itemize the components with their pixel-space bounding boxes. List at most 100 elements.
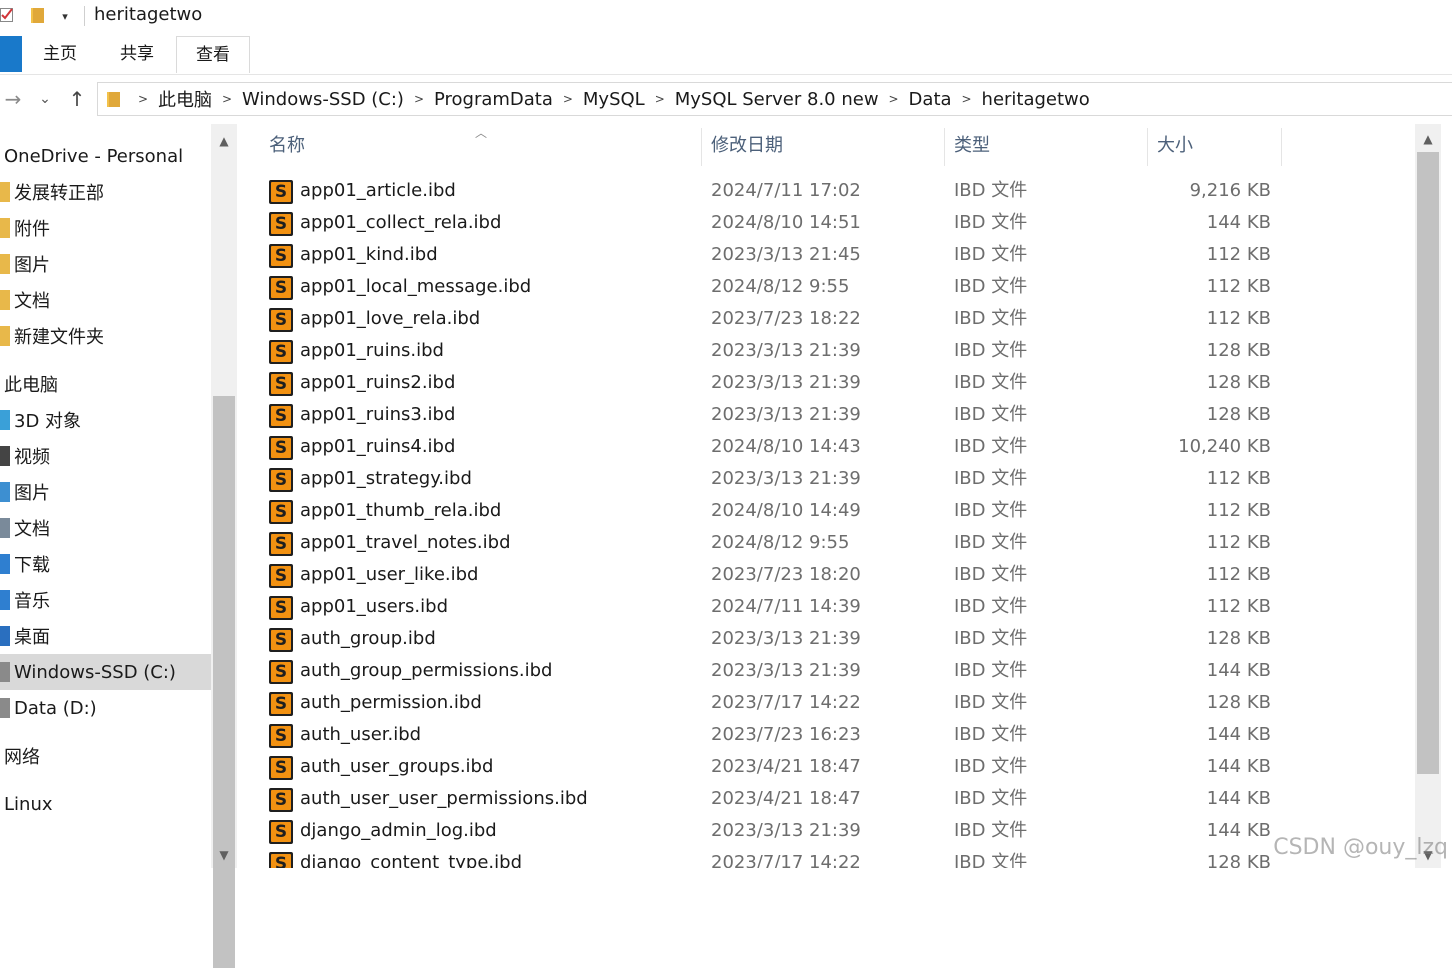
sidebar-item[interactable]: 桌面 bbox=[0, 618, 211, 654]
column-header-date[interactable]: 修改日期 bbox=[701, 124, 944, 168]
breadcrumb-item[interactable]: Data bbox=[905, 89, 956, 110]
sidebar-item[interactable]: 文档 bbox=[0, 282, 211, 318]
breadcrumb-separator-icon[interactable]: > bbox=[956, 92, 978, 106]
sidebar-item[interactable]: 3D 对象 bbox=[0, 402, 211, 438]
breadcrumb-item[interactable]: MySQL bbox=[579, 89, 649, 110]
file-type: IBD 文件 bbox=[954, 852, 1028, 868]
column-header-name[interactable]: 名称 bbox=[259, 124, 701, 168]
file-row[interactable]: Sapp01_travel_notes.ibd 2024/8/12 9:55 IBD… bbox=[237, 527, 1415, 559]
breadcrumb-item[interactable]: MySQL Server 8.0 new bbox=[671, 89, 883, 110]
breadcrumb-separator-icon[interactable]: > bbox=[649, 92, 671, 106]
sidebar-item[interactable]: 此电脑 bbox=[0, 366, 211, 402]
desktop-icon bbox=[0, 626, 10, 646]
file-type: IBD 文件 bbox=[954, 340, 1028, 361]
sidebar-item-label: 文档 bbox=[14, 519, 50, 540]
file-tab[interactable] bbox=[0, 36, 22, 72]
column-header-type[interactable]: 类型 bbox=[944, 124, 1147, 168]
file-type: IBD 文件 bbox=[954, 628, 1028, 649]
sidebar-item[interactable]: 文档 bbox=[0, 510, 211, 546]
tab-share[interactable]: 共享 bbox=[100, 36, 174, 72]
file-row[interactable]: Sapp01_article.ibd 2024/7/11 17:02 IBD 文件 9… bbox=[237, 175, 1415, 207]
file-size: 112 KB bbox=[1206, 532, 1271, 553]
new-folder-icon[interactable] bbox=[30, 6, 46, 24]
file-row[interactable]: Sdjango_content_type.ibd 2023/7/17 14:22 I… bbox=[237, 847, 1415, 868]
scroll-down-icon[interactable]: ▼ bbox=[211, 842, 237, 868]
file-row[interactable]: Sapp01_love_rela.ibd 2023/7/23 18:22 IBD 文… bbox=[237, 303, 1415, 335]
file-name: app01_collect_rela.ibd bbox=[300, 212, 502, 233]
breadcrumb-item[interactable]: ProgramData bbox=[430, 89, 557, 110]
file-row[interactable]: Sauth_user.ibd 2023/7/23 16:23 IBD 文件 144 K… bbox=[237, 719, 1415, 751]
column-header-size[interactable]: 大小 bbox=[1147, 124, 1281, 168]
sidebar-item[interactable]: Data (D:) bbox=[0, 690, 211, 726]
sidebar-item[interactable]: Windows-SSD (C:) bbox=[0, 654, 211, 690]
scrollbar-thumb[interactable] bbox=[213, 396, 235, 968]
breadcrumb-separator-icon[interactable]: > bbox=[408, 92, 430, 106]
file-row[interactable]: Sauth_permission.ibd 2023/7/17 14:22 IBD 文… bbox=[237, 687, 1415, 719]
breadcrumb-separator-icon[interactable]: > bbox=[557, 92, 579, 106]
sidebar-item-label: 3D 对象 bbox=[14, 411, 82, 432]
file-row[interactable]: Sapp01_local_message.ibd 2024/8/12 9:55 IB… bbox=[237, 271, 1415, 303]
navigation-pane-scrollbar[interactable]: ▲ ▼ bbox=[211, 124, 237, 968]
file-size: 128 KB bbox=[1206, 628, 1271, 649]
customize-toolbar-chevron-icon[interactable]: ▾ bbox=[58, 10, 72, 24]
file-name: app01_ruins4.ibd bbox=[300, 436, 456, 457]
properties-check-icon[interactable] bbox=[0, 6, 14, 24]
forward-arrow-icon[interactable]: → bbox=[0, 82, 26, 116]
file-row[interactable]: Sapp01_ruins4.ibd 2024/8/10 14:43 IBD 文件 10… bbox=[237, 431, 1415, 463]
sidebar-item[interactable]: OneDrive - Personal bbox=[0, 138, 211, 174]
breadcrumb-item[interactable]: Windows-SSD (C:) bbox=[238, 89, 408, 110]
sidebar-item[interactable]: 下载 bbox=[0, 546, 211, 582]
tab-home[interactable]: 主页 bbox=[24, 36, 96, 72]
sidebar-item[interactable]: 附件 bbox=[0, 210, 211, 246]
file-row[interactable]: Sapp01_ruins3.ibd 2023/3/13 21:39 IBD 文件 12… bbox=[237, 399, 1415, 431]
file-list-scrollbar[interactable]: ▲ ▼ bbox=[1415, 124, 1441, 868]
file-row[interactable]: Sapp01_user_like.ibd 2023/7/23 18:20 IBD 文… bbox=[237, 559, 1415, 591]
file-row[interactable]: Sapp01_collect_rela.ibd 2024/8/10 14:51 IB… bbox=[237, 207, 1415, 239]
file-row[interactable]: Sapp01_kind.ibd 2023/3/13 21:45 IBD 文件 112 … bbox=[237, 239, 1415, 271]
tab-view[interactable]: 查看 bbox=[176, 36, 250, 73]
file-row[interactable]: Sdjango_admin_log.ibd 2023/3/13 21:39 IBD … bbox=[237, 815, 1415, 847]
drive-icon bbox=[0, 698, 10, 718]
file-row[interactable]: Sauth_user_groups.ibd 2023/4/21 18:47 IBD … bbox=[237, 751, 1415, 783]
file-row[interactable]: Sapp01_ruins.ibd 2023/3/13 21:39 IBD 文件 128… bbox=[237, 335, 1415, 367]
sidebar-item[interactable]: 新建文件夹 bbox=[0, 318, 211, 354]
breadcrumb-item[interactable]: 此电脑 bbox=[154, 86, 216, 112]
breadcrumb-item[interactable]: heritagetwo bbox=[978, 89, 1094, 110]
file-date: 2023/4/21 18:47 bbox=[711, 788, 861, 809]
sublime-file-icon: S bbox=[269, 340, 293, 364]
column-divider[interactable] bbox=[1281, 128, 1282, 166]
file-name: app01_kind.ibd bbox=[300, 244, 438, 265]
up-arrow-icon[interactable]: ↑ bbox=[64, 82, 90, 116]
sidebar-item[interactable]: Linux bbox=[0, 786, 211, 822]
sublime-file-icon: S bbox=[269, 468, 293, 492]
sidebar-item[interactable]: 图片 bbox=[0, 246, 211, 282]
sidebar-item[interactable]: 视频 bbox=[0, 438, 211, 474]
file-type: IBD 文件 bbox=[954, 436, 1028, 457]
breadcrumb-separator-icon[interactable]: > bbox=[132, 92, 154, 106]
breadcrumb-separator-icon[interactable]: > bbox=[216, 92, 238, 106]
address-bar[interactable]: > 此电脑 > Windows-SSD (C:) > ProgramData > MySQL >… bbox=[97, 82, 1452, 116]
file-row[interactable]: Sapp01_thumb_rela.ibd 2024/8/10 14:49 IBD … bbox=[237, 495, 1415, 527]
scrollbar-thumb[interactable] bbox=[1417, 152, 1439, 774]
sidebar-item[interactable]: 音乐 bbox=[0, 582, 211, 618]
sidebar-item[interactable]: 网络 bbox=[0, 738, 211, 774]
file-name: auth_group.ibd bbox=[300, 628, 436, 649]
file-row[interactable]: Sapp01_strategy.ibd 2023/3/13 21:39 IBD 文件… bbox=[237, 463, 1415, 495]
sidebar-item[interactable]: 发展转正部 bbox=[0, 174, 211, 210]
file-type: IBD 文件 bbox=[954, 212, 1028, 233]
folder-icon bbox=[0, 326, 10, 346]
file-row[interactable]: Sapp01_users.ibd 2024/7/11 14:39 IBD 文件 112… bbox=[237, 591, 1415, 623]
scroll-up-icon[interactable]: ▲ bbox=[211, 128, 237, 154]
file-row[interactable]: Sapp01_ruins2.ibd 2023/3/13 21:39 IBD 文件 12… bbox=[237, 367, 1415, 399]
file-date: 2023/3/13 21:39 bbox=[711, 820, 861, 841]
scroll-up-icon[interactable]: ▲ bbox=[1415, 126, 1441, 152]
sidebar-item-label: 文档 bbox=[14, 291, 50, 312]
file-row[interactable]: Sauth_group_permissions.ibd 2023/3/13 21:… bbox=[237, 655, 1415, 687]
file-size: 112 KB bbox=[1206, 276, 1271, 297]
breadcrumb-separator-icon[interactable]: > bbox=[883, 92, 905, 106]
file-row[interactable]: Sauth_user_user_permissions.ibd 2023/4/21… bbox=[237, 783, 1415, 815]
recent-locations-chevron-icon[interactable]: ⌄ bbox=[34, 82, 56, 116]
sidebar-item[interactable]: 图片 bbox=[0, 474, 211, 510]
watermark: CSDN @ouy_lzq bbox=[1273, 835, 1448, 860]
file-row[interactable]: Sauth_group.ibd 2023/3/13 21:39 IBD 文件 128 … bbox=[237, 623, 1415, 655]
